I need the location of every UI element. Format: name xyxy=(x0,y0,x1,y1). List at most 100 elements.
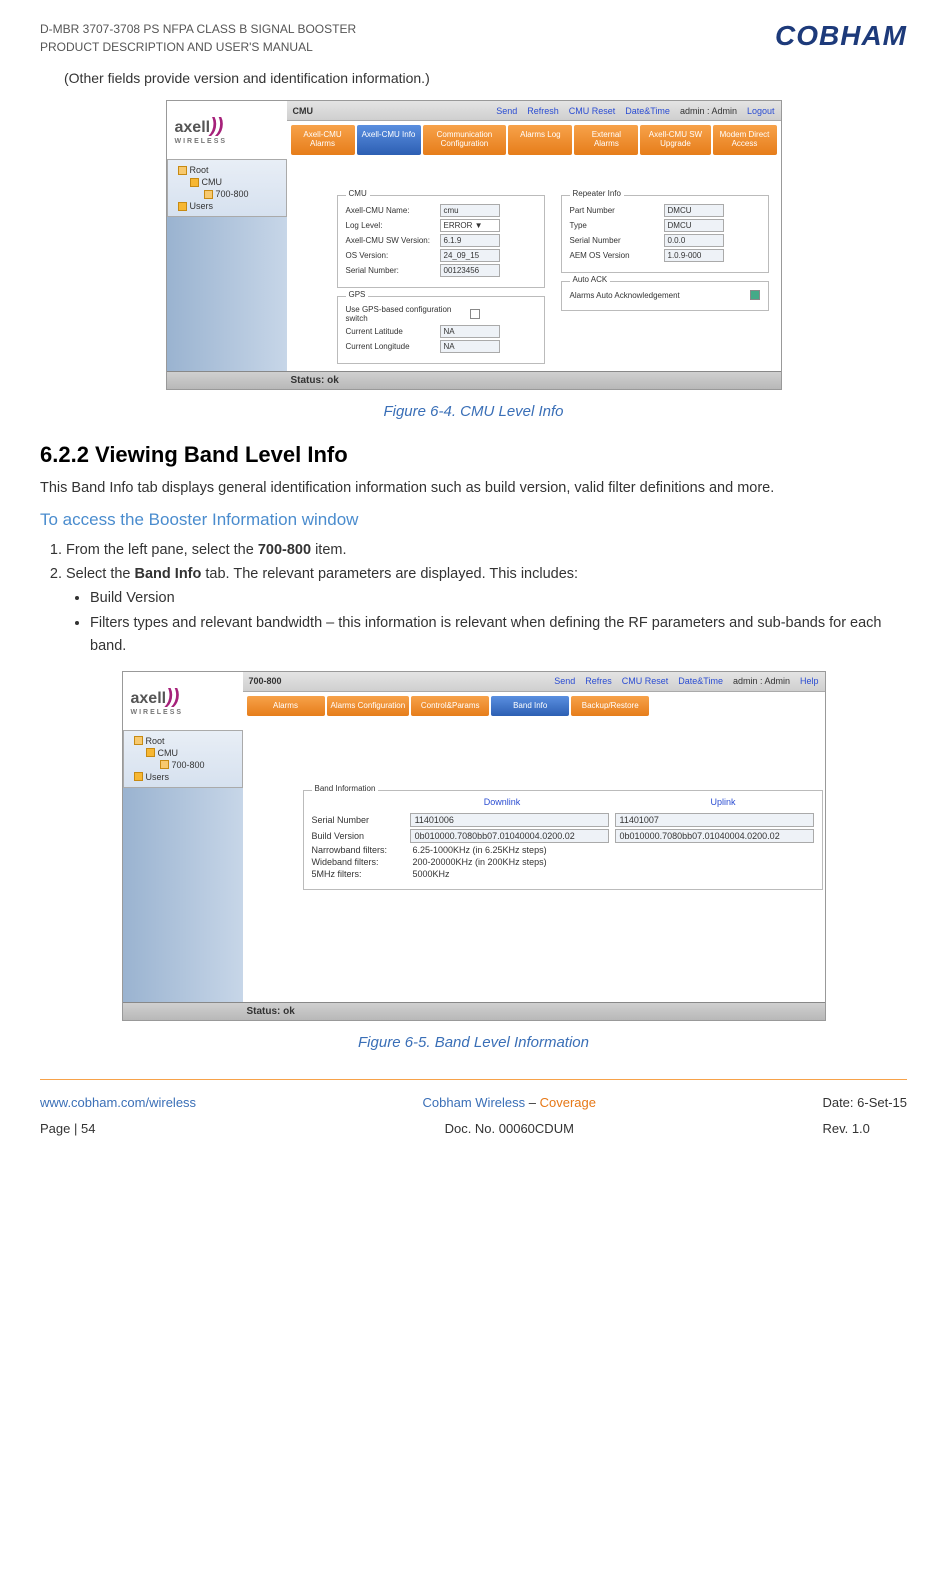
cmu-reset-link[interactable]: CMU Reset xyxy=(622,676,669,686)
axell-logo: axell))WIRELESS xyxy=(131,686,184,716)
tab-band-info[interactable]: Band Info xyxy=(491,696,569,717)
folder-icon xyxy=(178,166,187,175)
step-2: Select the Band Info tab. The relevant p… xyxy=(66,562,907,587)
folder-icon xyxy=(134,772,143,781)
tree-band[interactable]: 700-800 xyxy=(128,759,238,771)
build-version-label: Build Version xyxy=(312,831,404,841)
part-number-label: Part Number xyxy=(570,206,660,215)
part-number-value: DMCU xyxy=(664,204,724,217)
topbar-title: CMU xyxy=(293,106,314,116)
folder-icon xyxy=(204,190,213,199)
tree-users[interactable]: Users xyxy=(172,200,282,212)
document-header: D-MBR 3707-3708 PS NFPA CLASS B SIGNAL B… xyxy=(40,20,907,56)
bullet-list: Build Version Filters types and relevant… xyxy=(90,587,907,659)
intro-note: (Other fields provide version and identi… xyxy=(64,70,907,86)
tree-users[interactable]: Users xyxy=(128,771,238,783)
tab-alarms-config[interactable]: Alarms Configuration xyxy=(327,696,410,717)
log-level-select[interactable]: ERROR ▼ xyxy=(440,219,500,232)
bullet-1: Build Version xyxy=(90,587,907,610)
header-line1: D-MBR 3707-3708 PS NFPA CLASS B SIGNAL B… xyxy=(40,20,356,38)
latitude-value: NA xyxy=(440,325,500,338)
tab-comm-config[interactable]: Communication Configuration xyxy=(423,125,507,155)
os-version-value: 24_09_15 xyxy=(440,249,500,262)
build-ul: 0b010000.7080bb07.01040004.0200.02 xyxy=(615,829,814,843)
aem-os-value: 1.0.9-000 xyxy=(664,249,724,262)
os-version-label: OS Version: xyxy=(346,251,436,260)
paragraph: This Band Info tab displays general iden… xyxy=(40,478,907,500)
type-label: Type xyxy=(570,221,660,230)
build-dl: 0b010000.7080bb07.01040004.0200.02 xyxy=(410,829,609,843)
admin-label: admin : Admin xyxy=(680,106,737,116)
page-number: Page | 54 xyxy=(40,1116,196,1142)
status-bar: Status: ok xyxy=(123,1002,825,1020)
send-link[interactable]: Send xyxy=(496,106,517,116)
gps-fieldset: GPS Use GPS-based configuration switch C… xyxy=(337,296,545,364)
subheading: To access the Booster Information window xyxy=(40,510,907,530)
tab-alarms-log[interactable]: Alarms Log xyxy=(508,125,572,155)
tree-band[interactable]: 700-800 xyxy=(172,188,282,200)
tab-bar: Alarms Alarms Configuration Control&Para… xyxy=(243,692,654,721)
latitude-label: Current Latitude xyxy=(346,327,436,336)
send-link[interactable]: Send xyxy=(554,676,575,686)
footer-url[interactable]: www.cobham.com/wireless xyxy=(40,1095,196,1110)
tree-cmu[interactable]: CMU xyxy=(128,747,238,759)
folder-icon xyxy=(190,178,199,187)
logout-link[interactable]: Logout xyxy=(747,106,775,116)
nav-tree: Root CMU 700-800 Users xyxy=(167,159,287,217)
tab-external-alarms[interactable]: External Alarms xyxy=(574,125,638,155)
tree-cmu[interactable]: CMU xyxy=(172,176,282,188)
header-line2: PRODUCT DESCRIPTION AND USER'S MANUAL xyxy=(40,38,356,56)
axell-logo: axell))WIRELESS xyxy=(175,115,228,145)
serial-ul: 11401007 xyxy=(615,813,814,827)
cmu-fieldset: CMU Axell-CMU Name:cmu Log Level:ERROR ▼… xyxy=(337,195,545,288)
screenshot-band-info: axell))WIRELESS Root CMU 700-800 Users 7… xyxy=(122,671,826,1021)
cobham-logo: COBHAM xyxy=(775,20,907,52)
cmu-reset-link[interactable]: CMU Reset xyxy=(569,106,616,116)
longitude-label: Current Longitude xyxy=(346,342,436,351)
cmu-name-field[interactable]: cmu xyxy=(440,204,500,217)
tree-root[interactable]: Root xyxy=(128,735,238,747)
type-value: DMCU xyxy=(664,219,724,232)
tab-modem-access[interactable]: Modem Direct Access xyxy=(713,125,777,155)
wideband-value: 200-20000KHz (in 200KHz steps) xyxy=(413,857,547,867)
header-title: D-MBR 3707-3708 PS NFPA CLASS B SIGNAL B… xyxy=(40,20,356,56)
band-info-fieldset: Band Information Downlink Uplink Serial … xyxy=(303,790,823,890)
status-bar: Status: ok xyxy=(167,371,781,389)
rep-serial-value: 0.0.0 xyxy=(664,234,724,247)
figure-caption: Figure 6-5. Band Level Information xyxy=(40,1034,907,1051)
tab-alarms[interactable]: Alarms xyxy=(247,696,325,717)
tab-cmu-info[interactable]: Axell-CMU Info xyxy=(357,125,421,155)
topbar: CMU Send Refresh CMU Reset Date&Time adm… xyxy=(287,101,781,121)
gps-switch-label: Use GPS-based configuration switch xyxy=(346,305,466,323)
footer-rev: Rev. 1.0 xyxy=(822,1116,907,1142)
tree-root[interactable]: Root xyxy=(172,164,282,176)
gps-checkbox[interactable] xyxy=(470,309,480,319)
help-link[interactable]: Help xyxy=(800,676,819,686)
tab-control-params[interactable]: Control&Params xyxy=(411,696,489,717)
figure-caption: Figure 6-4. CMU Level Info xyxy=(40,403,907,420)
cmu-name-label: Axell-CMU Name: xyxy=(346,206,436,215)
5mhz-value: 5000KHz xyxy=(413,869,450,879)
sw-version-label: Axell-CMU SW Version: xyxy=(346,236,436,245)
uplink-header: Uplink xyxy=(633,797,814,807)
datetime-link[interactable]: Date&Time xyxy=(678,676,723,686)
refresh-link[interactable]: Refresh xyxy=(527,106,559,116)
log-level-label: Log Level: xyxy=(346,221,436,230)
tab-sw-upgrade[interactable]: Axell-CMU SW Upgrade xyxy=(640,125,710,155)
autoack-fieldset: Auto ACK Alarms Auto Acknowledgement xyxy=(561,281,769,311)
tab-alarms[interactable]: Axell-CMU Alarms xyxy=(291,125,355,155)
serial-dl: 11401006 xyxy=(410,813,609,827)
datetime-link[interactable]: Date&Time xyxy=(625,106,670,116)
bullet-2: Filters types and relevant bandwidth – t… xyxy=(90,612,907,658)
section-heading: 6.2.2 Viewing Band Level Info xyxy=(40,442,907,468)
tab-backup-restore[interactable]: Backup/Restore xyxy=(571,696,649,717)
refresh-link[interactable]: Refres xyxy=(585,676,612,686)
autoack-checkbox[interactable] xyxy=(750,290,760,300)
steps-list: From the left pane, select the 700-800 i… xyxy=(66,538,907,587)
tab-bar: Axell-CMU Alarms Axell-CMU Info Communic… xyxy=(287,121,781,159)
doc-number: Doc. No. 00060CDUM xyxy=(423,1116,596,1142)
folder-icon xyxy=(178,202,187,211)
folder-icon xyxy=(134,736,143,745)
folder-icon xyxy=(160,760,169,769)
serial-number-label: Serial Number xyxy=(312,815,404,825)
